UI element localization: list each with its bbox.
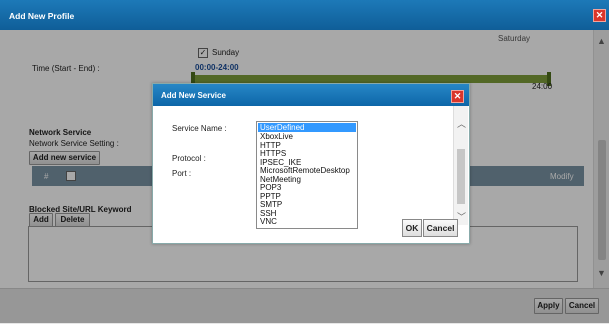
add-new-service-dialog: Add New Service ✕ Service Name : Protoco… bbox=[152, 83, 470, 244]
dialog-close-icon[interactable]: ✕ bbox=[451, 90, 464, 103]
dialog-title-bar: Add New Service ✕ bbox=[153, 84, 469, 106]
dialog-cancel-button[interactable]: Cancel bbox=[423, 219, 458, 237]
dialog-ok-button[interactable]: OK bbox=[402, 219, 422, 237]
service-option[interactable]: UserDefined bbox=[258, 123, 356, 132]
dialog-title: Add New Service bbox=[161, 91, 226, 100]
dialog-scrollbar[interactable]: ︿ ﹀ bbox=[453, 106, 468, 225]
dialog-scroll-thumb[interactable] bbox=[457, 149, 465, 204]
service-option[interactable]: VNC bbox=[258, 217, 356, 226]
window-title-bar: Add New Profile ✕ bbox=[0, 0, 609, 30]
window-title: Add New Profile bbox=[9, 11, 75, 21]
window-close-icon[interactable]: ✕ bbox=[593, 9, 606, 22]
dialog-scroll-up-icon[interactable]: ︿ bbox=[457, 117, 466, 130]
dialog-scroll-down-icon[interactable]: ﹀ bbox=[457, 210, 466, 223]
port-label: Port : bbox=[172, 169, 192, 178]
service-name-label: Service Name : bbox=[172, 124, 227, 133]
protocol-label: Protocol : bbox=[172, 154, 206, 163]
service-name-list[interactable]: UserDefined XboxLive HTTP HTTPS IPSEC_IK… bbox=[256, 121, 358, 229]
